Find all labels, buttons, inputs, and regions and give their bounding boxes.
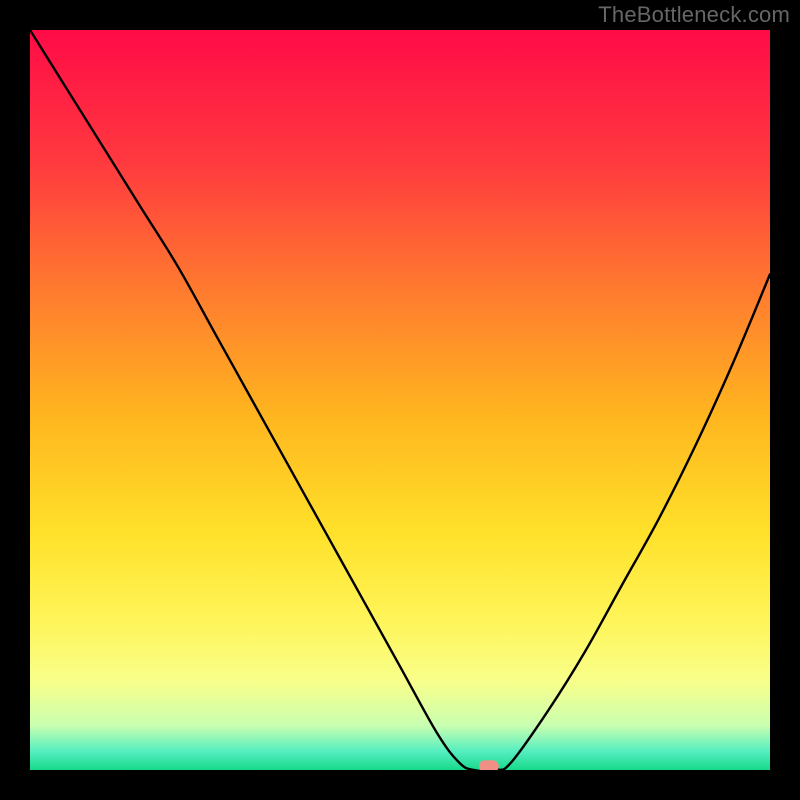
optimal-marker: [479, 760, 499, 770]
chart-svg: [30, 30, 770, 770]
bottleneck-plot: [30, 30, 770, 770]
watermark-text: TheBottleneck.com: [598, 2, 790, 28]
gradient-background: [30, 30, 770, 770]
chart-frame: TheBottleneck.com: [0, 0, 800, 800]
